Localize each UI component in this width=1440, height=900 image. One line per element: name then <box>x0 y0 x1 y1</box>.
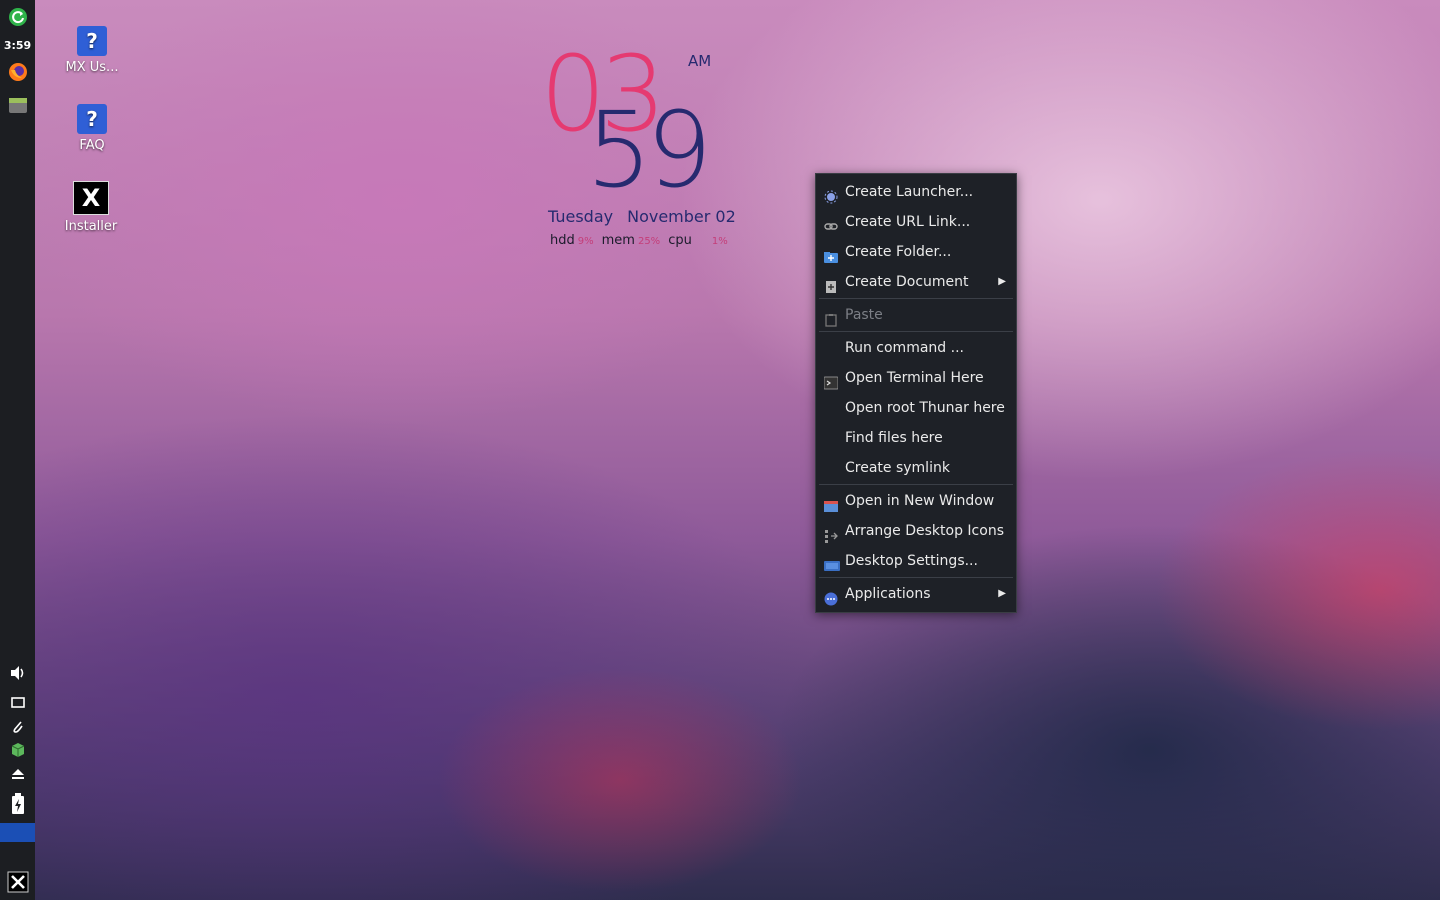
menu-separator <box>819 484 1013 485</box>
menu-item-arrange-icons[interactable]: Arrange Desktop Icons <box>816 516 1016 546</box>
paste-icon <box>824 308 838 327</box>
volume-icon[interactable] <box>0 662 35 684</box>
menu-item-desktop-settings[interactable]: Desktop Settings... <box>816 546 1016 576</box>
file-manager-icon[interactable] <box>0 93 35 117</box>
folder-new-icon <box>824 245 838 263</box>
terminal-icon <box>823 371 839 390</box>
menu-item-create-launcher[interactable]: Create Launcher... <box>816 177 1016 207</box>
active-workspace-indicator <box>0 823 35 842</box>
menu-item-create-url-link[interactable]: Create URL Link... <box>816 207 1016 237</box>
hdd-label: hdd <box>550 233 575 248</box>
desktop-icon-installer[interactable]: X Installer <box>51 181 131 234</box>
applications-icon <box>824 587 838 606</box>
menu-item-create-symlink[interactable]: Create symlink <box>816 453 1016 483</box>
date-row: Tuesday November 02 <box>548 207 750 226</box>
clock-ampm: AM <box>688 52 712 70</box>
desktop-icon-label: FAQ <box>79 138 105 153</box>
desktop-settings-icon <box>824 554 840 571</box>
menu-separator <box>819 331 1013 332</box>
hdd-value: 9% <box>577 236 594 247</box>
update-icon[interactable] <box>0 6 35 28</box>
desktop-context-menu: Create Launcher... Create URL Link... Cr… <box>815 173 1017 613</box>
desktop-icon-label: MX Us... <box>65 60 119 75</box>
menu-item-applications[interactable]: Applications ▶ <box>816 579 1016 609</box>
menu-item-open-root-thunar[interactable]: Open root Thunar here <box>816 393 1016 423</box>
mem-value: 25% <box>637 236 661 247</box>
cpu-value: 1% <box>711 236 728 247</box>
firefox-icon[interactable] <box>0 60 35 84</box>
desktop-icon-faq[interactable]: ? FAQ <box>52 104 132 153</box>
battery-icon[interactable] <box>0 792 35 816</box>
cpu-label: cpu <box>668 233 692 248</box>
system-stats: hdd 9% mem 25% cpu 1% <box>550 233 736 248</box>
eject-icon[interactable] <box>0 765 35 783</box>
help-icon: ? <box>77 104 107 134</box>
menu-item-open-terminal[interactable]: Open Terminal Here <box>816 363 1016 393</box>
submenu-arrow-icon: ▶ <box>998 588 1006 599</box>
link-icon <box>824 215 838 230</box>
conky-clock-widget: 03 59 AM Tuesday November 02 hdd 9% mem 25% c… <box>540 40 760 260</box>
window-new-icon <box>824 494 838 512</box>
menu-item-paste: Paste <box>816 300 1016 330</box>
mem-label: mem <box>601 233 635 248</box>
menu-item-open-new-window[interactable]: Open in New Window <box>816 486 1016 516</box>
help-icon: ? <box>77 26 107 56</box>
launcher-icon <box>824 185 838 204</box>
menu-item-create-folder[interactable]: Create Folder... <box>816 237 1016 267</box>
package-icon[interactable] <box>0 740 35 760</box>
menu-separator <box>819 577 1013 578</box>
submenu-arrow-icon: ▶ <box>998 276 1006 287</box>
clock-minute: 59 <box>586 89 712 211</box>
desktop-icon-label: Installer <box>64 219 118 234</box>
menu-item-create-document[interactable]: Create Document ▶ <box>816 267 1016 297</box>
desktop-icon-mx-user-manual[interactable]: ? MX Us... <box>52 26 132 75</box>
side-panel: 3:59 <box>0 0 35 900</box>
clipboard-icon[interactable] <box>0 717 35 737</box>
installer-icon: X <box>73 181 109 215</box>
menu-item-find-files[interactable]: Find files here <box>816 423 1016 453</box>
mx-menu-icon[interactable] <box>0 869 35 895</box>
arrange-icon <box>824 524 838 543</box>
weekday: Tuesday <box>548 207 614 226</box>
date: November 02 <box>627 207 736 226</box>
menu-item-run-command[interactable]: Run command ... <box>816 333 1016 363</box>
display-icon[interactable] <box>0 694 35 712</box>
document-new-icon <box>824 275 838 293</box>
panel-clock[interactable]: 3:59 <box>0 36 35 54</box>
menu-separator <box>819 298 1013 299</box>
